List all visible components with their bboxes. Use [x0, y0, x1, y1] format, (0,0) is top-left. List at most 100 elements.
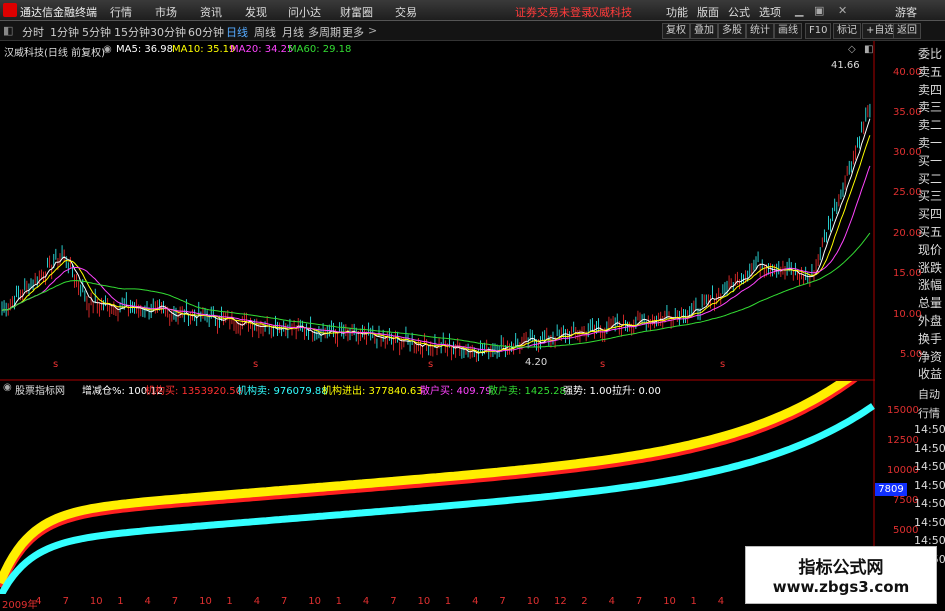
- panel-icon[interactable]: ◧: [864, 44, 873, 55]
- time-tick: 4: [608, 596, 615, 607]
- f10-button[interactable]: F10: [805, 23, 832, 39]
- time-tick: 7: [390, 596, 397, 607]
- sidebar-item: 买五: [918, 225, 943, 239]
- sidebar-item: 委比: [918, 47, 943, 61]
- menu-item-trade[interactable]: 交易: [395, 4, 417, 20]
- menu-bar: 通达信金融终端 行情 市场 资讯 发现 问小达 财富圈 交易 证券交易未登录 汉…: [0, 0, 945, 21]
- tab-intraday[interactable]: 分时: [22, 24, 44, 40]
- ma10-label: MA10: 35.19: [172, 44, 236, 55]
- sidebar-item: 买二: [918, 171, 943, 186]
- ma-line: [1, 165, 871, 352]
- tab-60min[interactable]: 60分钟: [188, 24, 224, 40]
- time-tick: 4: [35, 596, 42, 607]
- sidebar-item: 卖二: [918, 118, 943, 133]
- sidebar-item: 换手: [918, 331, 943, 346]
- stats-button[interactable]: 统计: [746, 23, 774, 39]
- minimize-icon[interactable]: ▁: [795, 4, 803, 17]
- ma5-label: MA5: 36.98: [116, 44, 174, 55]
- adjust-button[interactable]: 复权: [662, 23, 690, 39]
- indicator-panel[interactable]: ◉ 股票指标网 增减仓%: 100.12 机构买: 1353920.50 机构卖…: [0, 381, 875, 594]
- time-tick: 7: [635, 596, 643, 607]
- back-icon[interactable]: ◧: [3, 24, 13, 37]
- sidebar-item: 涨跌: [918, 260, 943, 275]
- quote-sidebar: 委比 卖五 卖四 卖三 卖二 卖一 买一 买二 买三 买四 买五 现价 涨跌 涨幅 总量 外盘 换手 净资 收益 自动…: [914, 41, 945, 601]
- indicator-value-inst-net: 机构进出: 377840.63: [322, 386, 423, 397]
- time-tick: 7: [499, 596, 506, 607]
- chevron-right-icon[interactable]: >: [368, 24, 377, 37]
- time-tick: 4: [362, 596, 370, 607]
- tab-multi-period[interactable]: 多周期: [308, 24, 341, 40]
- kline-svg: [0, 41, 875, 381]
- time-tick: 10: [417, 596, 431, 607]
- login-status[interactable]: 证券交易未登录: [515, 4, 592, 20]
- app-logo-icon: [3, 3, 17, 17]
- settings-dot-icon[interactable]: ◉: [3, 382, 12, 393]
- tab-30min[interactable]: 30分钟: [150, 24, 186, 40]
- draw-button[interactable]: 画线: [774, 23, 802, 39]
- indicator-value-strength: 强势: 1.00: [563, 386, 612, 397]
- tab-1min[interactable]: 1分钟: [50, 24, 79, 40]
- time-tick: 2: [581, 596, 588, 607]
- tab-15min[interactable]: 15分钟: [114, 24, 150, 40]
- return-button[interactable]: 返回: [893, 23, 921, 39]
- watermark-url: www.zbgs3.com: [772, 578, 910, 596]
- s-marker: s: [720, 359, 726, 370]
- sidebar-item: 卖五: [918, 64, 943, 79]
- menu-item-discover[interactable]: 发现: [245, 4, 267, 20]
- restore-icon[interactable]: ▣: [814, 4, 824, 17]
- indicator-value-retail-buy: 散户买: 409.79: [420, 386, 492, 397]
- tab-weekly[interactable]: 周线: [254, 24, 276, 40]
- time-tick: 1: [226, 596, 233, 607]
- menu-item-market[interactable]: 行情: [110, 4, 132, 20]
- guest-label[interactable]: 游客: [895, 4, 917, 20]
- s-marker: s: [253, 359, 259, 370]
- menu-item-news[interactable]: 资讯: [200, 4, 222, 20]
- sidebar-item: 总量: [918, 296, 943, 311]
- sidebar-time-item: 14:50: [914, 497, 945, 510]
- menu-item-options[interactable]: 选项: [759, 4, 781, 20]
- tab-5min[interactable]: 5分钟: [82, 24, 111, 40]
- chart-title: 汉威科技(日线 前复权): [4, 48, 105, 59]
- menu-item-ask[interactable]: 问小达: [288, 4, 321, 20]
- menu-item-formula[interactable]: 公式: [728, 4, 750, 20]
- inst-buy-line: [0, 381, 858, 589]
- indicator-svg: [0, 381, 875, 594]
- time-tick: 7: [171, 596, 179, 607]
- tab-daily[interactable]: 日线: [226, 24, 248, 40]
- sidebar-item: 买四: [918, 207, 943, 222]
- period-toolbar: ◧ 分时 1分钟 5分钟 15分钟 30分钟 60分钟 日线 周线 月线 多周期…: [0, 21, 945, 41]
- tab-more[interactable]: 更多: [342, 24, 364, 40]
- sidebar-item: 卖一: [918, 136, 943, 150]
- sidebar-time-item: 14:50: [914, 515, 945, 529]
- sidebar-item: 卖三: [918, 100, 943, 115]
- time-tick: 1: [444, 596, 452, 607]
- stock-name: 汉威科技: [588, 6, 632, 19]
- time-tick: 4: [472, 596, 479, 607]
- time-tick: 4: [144, 596, 151, 607]
- sidebar-time-item: 14:50: [914, 478, 945, 492]
- settings-dot-icon[interactable]: ◉: [103, 44, 112, 55]
- mark-button[interactable]: 标记: [833, 23, 861, 39]
- sidebar-time-item: 行情: [918, 406, 940, 420]
- time-tick: 4: [717, 596, 725, 607]
- menu-item-wealth[interactable]: 财富圈: [340, 4, 373, 20]
- overlay-button[interactable]: 叠加: [690, 23, 718, 39]
- indicator-value-retail-sell: 散户卖: 1425.28: [488, 386, 566, 397]
- close-icon[interactable]: ✕: [838, 4, 847, 17]
- diamond-icon[interactable]: ◇: [848, 44, 856, 55]
- ma-line: [1, 232, 871, 348]
- menu-item-exchange[interactable]: 市场: [155, 4, 177, 20]
- kline-chart[interactable]: 汉威科技(日线 前复权) ◉ MA5: 36.98 MA10: 35.19 MA…: [0, 41, 875, 381]
- sidebar-item: 现价: [918, 242, 943, 257]
- low-price-label: 4.20: [525, 357, 548, 368]
- ma-line: [1, 118, 871, 354]
- multi-stock-button[interactable]: 多股: [718, 23, 746, 39]
- time-tick: 10: [308, 596, 322, 607]
- menu-item-layout[interactable]: 版面: [697, 4, 719, 20]
- tab-monthly[interactable]: 月线: [282, 24, 304, 40]
- ma20-label: MA20: 34.25: [230, 44, 294, 55]
- ma60-label: MA60: 29.18: [288, 44, 352, 55]
- menu-item-function[interactable]: 功能: [666, 4, 688, 20]
- sidebar-time-item: 自动: [918, 388, 940, 401]
- s-marker: s: [600, 359, 606, 370]
